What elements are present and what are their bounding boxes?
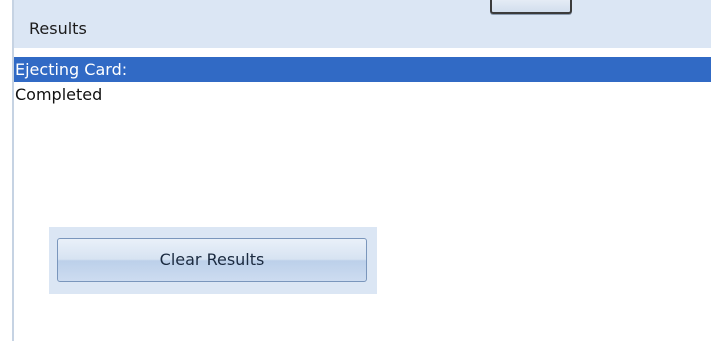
results-window: Results Ejecting Card: Completed Clear R…: [0, 0, 711, 341]
results-title: Results: [29, 19, 87, 38]
clear-results-button[interactable]: Clear Results: [57, 238, 367, 282]
list-item[interactable]: Completed: [14, 82, 711, 107]
top-button-partial[interactable]: [490, 0, 572, 14]
button-panel: Clear Results: [49, 227, 377, 294]
list-item[interactable]: Ejecting Card:: [14, 57, 711, 82]
results-list[interactable]: Ejecting Card: Completed: [14, 57, 711, 341]
results-header: Results: [14, 0, 711, 48]
